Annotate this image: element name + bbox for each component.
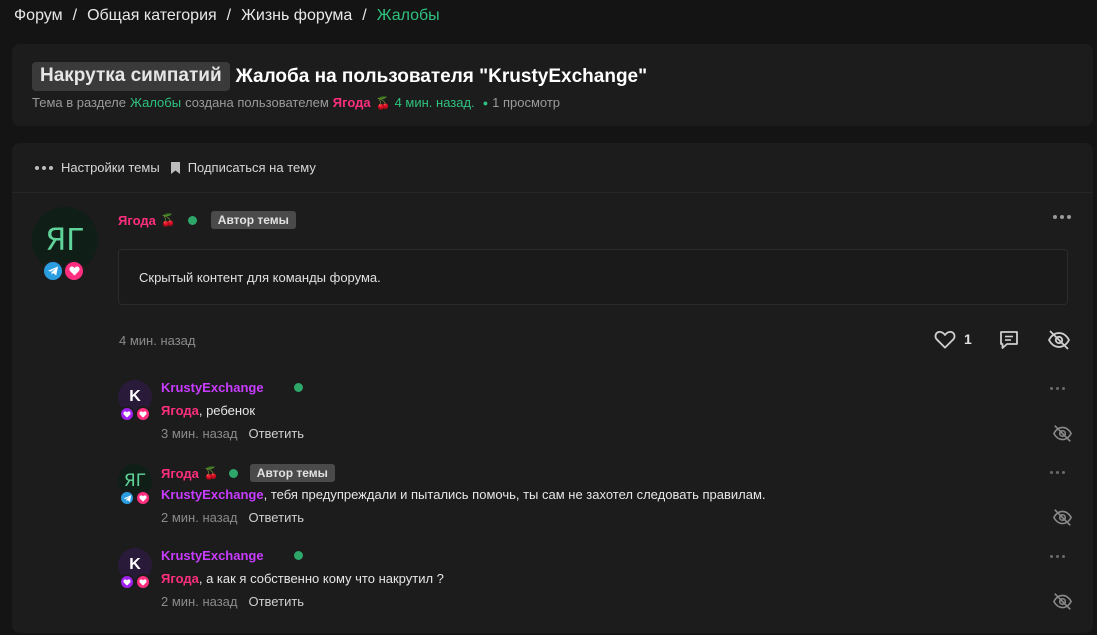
breadcrumb-complaints[interactable]: Жалобы bbox=[377, 7, 440, 25]
avatar-initials: ЯГ bbox=[45, 222, 85, 258]
post-more-button[interactable] bbox=[1053, 215, 1071, 219]
bookmark-icon bbox=[170, 161, 180, 174]
cherry-icon: 🍒 bbox=[160, 213, 176, 227]
meta-separator-icon: ● bbox=[482, 97, 489, 108]
comment-more-button[interactable] bbox=[1050, 555, 1065, 558]
comment-more-button[interactable] bbox=[1050, 471, 1065, 474]
comment-time: 2 мин. назад bbox=[161, 594, 238, 609]
telegram-icon bbox=[42, 260, 64, 282]
comment-hide-button[interactable] bbox=[1052, 508, 1073, 530]
post-author-row: Ягода 🍒 Автор темы bbox=[118, 211, 296, 229]
avatar-initials: K bbox=[129, 388, 141, 405]
comment-text: KrustyExchange, тебя предупреждали и пыт… bbox=[161, 487, 766, 502]
meta-prefix-text: Тема в разделе bbox=[32, 95, 126, 110]
post-like-button[interactable]: 1 bbox=[934, 329, 972, 349]
subscribe-button[interactable]: Подписаться на тему bbox=[170, 160, 316, 175]
breadcrumb: Форум / Общая категория / Жизнь форума /… bbox=[14, 7, 440, 25]
cherry-icon: 🍒 bbox=[203, 466, 219, 480]
comment-author-name[interactable]: KrustyExchange bbox=[161, 548, 264, 563]
comment-mention[interactable]: KrustyExchange bbox=[161, 487, 264, 502]
post-comment-button[interactable] bbox=[998, 329, 1020, 351]
heart-icon bbox=[934, 330, 956, 349]
more-dots-icon bbox=[35, 165, 53, 170]
meta-views: 1 просмотр bbox=[492, 95, 561, 110]
author-badge: Автор темы bbox=[210, 211, 296, 229]
heart-badge-icon bbox=[63, 260, 85, 282]
post-author-name[interactable]: Ягода bbox=[118, 213, 156, 228]
avatar-initials: ЯГ bbox=[123, 471, 147, 491]
comment-footer: 2 мин. назад Ответить bbox=[161, 594, 304, 609]
hidden-content-text: Скрытый контент для команды форума. bbox=[139, 270, 381, 285]
thread-title-row: Накрутка симпатий Жалоба на пользователя… bbox=[32, 62, 647, 91]
breadcrumb-separator: / bbox=[362, 7, 367, 24]
heart-badge-icon bbox=[135, 490, 151, 506]
comment-time: 3 мин. назад bbox=[161, 426, 238, 441]
comment-text: Ягода, а как я собственно кому что накру… bbox=[161, 571, 444, 586]
comment-time: 2 мин. назад bbox=[161, 510, 238, 525]
thread-settings-label: Настройки темы bbox=[61, 160, 160, 175]
comment-body: , тебя предупреждали и пытались помочь, … bbox=[263, 487, 766, 502]
post-hide-button[interactable] bbox=[1047, 329, 1071, 351]
comment-item: ЯГ Ягода 🍒 Автор темы KrustyExchange, те… bbox=[118, 464, 1073, 534]
thread-prefix-tag[interactable]: Накрутка симпатий bbox=[32, 62, 230, 91]
comment-item: K KrustyExchange Ягода, ребенок 3 мин. н… bbox=[118, 380, 1073, 450]
breadcrumb-separator: / bbox=[72, 7, 78, 24]
comment-more-button[interactable] bbox=[1050, 387, 1065, 390]
avatar-initials: K bbox=[129, 556, 141, 573]
comment-mention[interactable]: Ягода bbox=[161, 571, 199, 586]
eye-off-icon bbox=[1052, 593, 1073, 610]
comment-header: KrustyExchange bbox=[161, 380, 303, 395]
comment-hide-button[interactable] bbox=[1052, 592, 1073, 614]
breadcrumb-forum-life[interactable]: Жизнь форума bbox=[241, 7, 352, 25]
reply-button[interactable]: Ответить bbox=[248, 426, 304, 441]
meta-created-by-text: создана пользователем bbox=[185, 95, 329, 110]
heart-badge-icon bbox=[135, 406, 151, 422]
subscribe-label: Подписаться на тему bbox=[187, 160, 316, 175]
comment-body: , а как я собственно кому что накрутил ? bbox=[198, 571, 444, 586]
comment-author-name[interactable]: Ягода bbox=[161, 466, 199, 481]
meta-author-link[interactable]: Ягода bbox=[333, 95, 371, 110]
telegram-icon bbox=[119, 490, 135, 506]
thread-header: Накрутка симпатий Жалоба на пользователя… bbox=[12, 44, 1093, 126]
post-time: 4 мин. назад bbox=[119, 333, 196, 348]
comment-footer: 2 мин. назад Ответить bbox=[161, 510, 304, 525]
heart-badge-icon bbox=[119, 406, 135, 422]
online-status-icon bbox=[187, 215, 197, 225]
online-status-icon bbox=[293, 383, 303, 392]
thread-body: Настройки темы Подписаться на тему ЯГ Яг… bbox=[12, 143, 1093, 633]
author-badge: Автор темы bbox=[249, 464, 335, 482]
breadcrumb-separator: / bbox=[226, 7, 232, 24]
reply-button[interactable]: Ответить bbox=[248, 510, 304, 525]
meta-time: 4 мин. назад. bbox=[394, 95, 475, 110]
comment-footer: 3 мин. назад Ответить bbox=[161, 426, 304, 441]
eye-off-icon bbox=[1047, 330, 1071, 350]
comment-header: Ягода 🍒 Автор темы bbox=[161, 464, 335, 482]
comment-mention[interactable]: Ягода bbox=[161, 403, 199, 418]
online-status-icon bbox=[228, 468, 238, 478]
thread-title: Жалоба на пользователя "KrustyExchange" bbox=[235, 65, 648, 87]
comment-hide-button[interactable] bbox=[1052, 424, 1073, 446]
comment-header: KrustyExchange bbox=[161, 548, 303, 563]
reply-button[interactable]: Ответить bbox=[248, 594, 304, 609]
thread-meta: Тема в разделе Жалобы создана пользовате… bbox=[32, 95, 560, 110]
heart-badge-icon bbox=[135, 574, 151, 590]
comment-text: Ягода, ребенок bbox=[161, 403, 255, 418]
thread-settings-button[interactable]: Настройки темы bbox=[34, 160, 160, 175]
heart-badge-icon bbox=[119, 574, 135, 590]
comment-icon bbox=[1000, 331, 1018, 349]
comment-author-name[interactable]: KrustyExchange bbox=[161, 380, 264, 395]
breadcrumb-forum[interactable]: Форум bbox=[14, 7, 63, 25]
comment-body: , ребенок bbox=[198, 403, 256, 418]
hidden-content-box: Скрытый контент для команды форума. bbox=[118, 249, 1068, 305]
eye-off-icon bbox=[1052, 425, 1073, 442]
eye-off-icon bbox=[1052, 509, 1073, 526]
meta-section-link[interactable]: Жалобы bbox=[130, 95, 181, 110]
comment-item: K KrustyExchange Ягода, а как я собствен… bbox=[118, 548, 1073, 618]
breadcrumb-general-category[interactable]: Общая категория bbox=[87, 7, 217, 25]
cherry-icon: 🍒 bbox=[375, 95, 391, 110]
online-status-icon bbox=[293, 551, 303, 560]
like-count: 1 bbox=[964, 331, 972, 347]
thread-toolbar: Настройки темы Подписаться на тему bbox=[12, 143, 1093, 193]
